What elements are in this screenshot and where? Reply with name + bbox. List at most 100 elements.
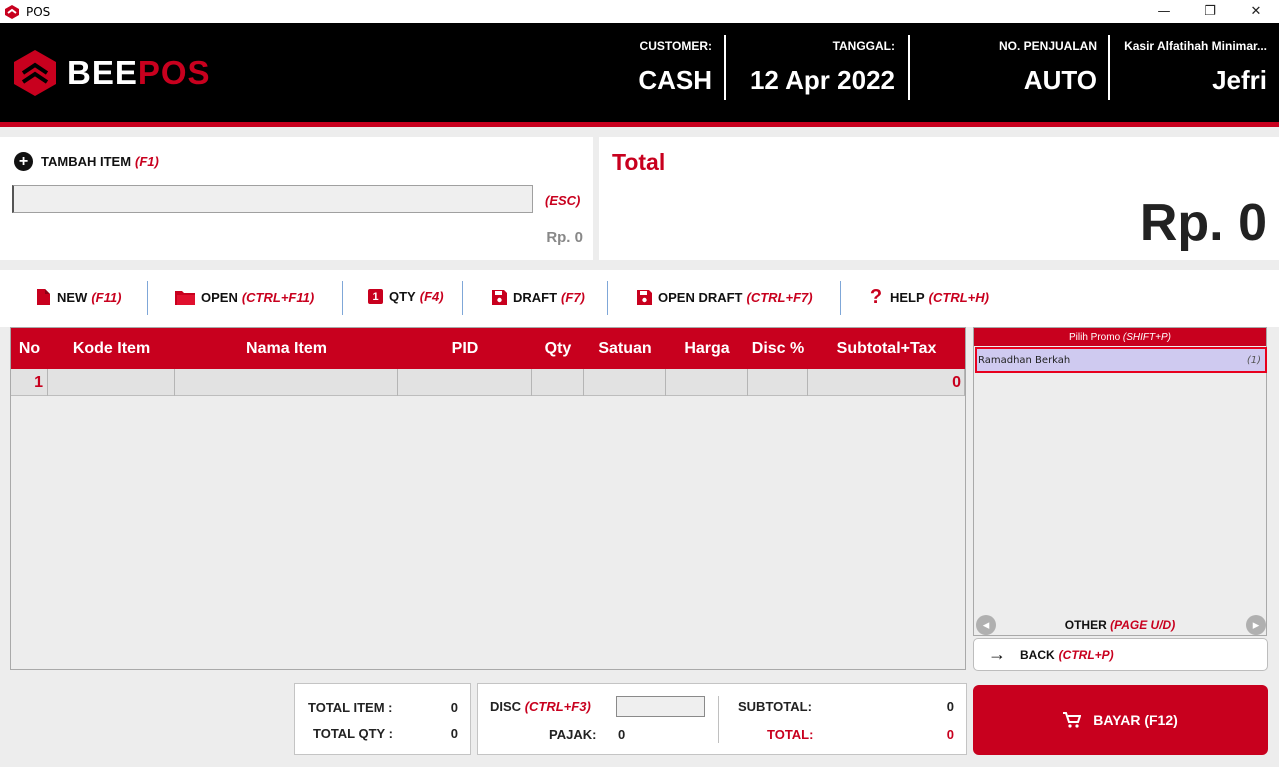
app-header: BEEPOS CUSTOMER: CASH TANGGAL: 12 Apr 20… <box>0 23 1279 122</box>
promo-item-count: (1) <box>1246 354 1261 366</box>
sale-number-label: NO. PENJUALAN <box>998 39 1097 53</box>
total-panel: Total Rp. 0 <box>599 137 1279 260</box>
question-icon: ? <box>869 285 883 308</box>
items-table[interactable]: No Kode Item Nama Item PID Qty Satuan Ha… <box>10 327 966 670</box>
header-accent-bar <box>0 122 1279 127</box>
arrow-right-icon[interactable]: ▸ <box>1246 615 1266 635</box>
row-item-code <box>48 369 175 396</box>
bee-logo-icon <box>14 50 56 96</box>
open-draft-button-shortcut: (CTRL+F7) <box>746 289 813 305</box>
add-item-shortcut: (F1) <box>135 154 159 169</box>
plus-icon: + <box>14 152 33 171</box>
customer-value: CASH <box>638 65 712 95</box>
open-draft-button[interactable]: OPEN DRAFT (CTRL+F7) <box>636 289 813 305</box>
window-title: POS <box>26 4 51 19</box>
save-icon <box>636 289 652 305</box>
row-price <box>666 369 748 396</box>
add-item-title: + TAMBAH ITEM (F1) <box>14 152 159 171</box>
qty-button[interactable]: 1 QTY (F4) <box>368 289 444 304</box>
total-item-label: TOTAL ITEM : <box>308 700 393 715</box>
tax-value: 0 <box>618 727 626 742</box>
total-qty-label: TOTAL QTY : <box>313 726 393 741</box>
column-header: Subtotal+Tax <box>836 339 937 357</box>
column-header: PID <box>451 339 479 357</box>
restore-button[interactable]: ❐ <box>1187 0 1233 23</box>
open-button-label: OPEN <box>201 289 238 305</box>
disc-label-text: DISC <box>490 699 522 714</box>
draft-button[interactable]: DRAFT (F7) <box>491 289 585 305</box>
subtotal-value: 0 <box>946 699 954 714</box>
header-divider <box>1108 35 1110 100</box>
total-item-value: 0 <box>450 700 458 715</box>
open-button-shortcut: (CTRL+F11) <box>241 289 315 305</box>
summary-divider <box>718 696 719 743</box>
row-subtotal: 0 <box>808 369 965 396</box>
new-button-label: NEW <box>57 289 88 305</box>
table-row[interactable]: 1 0 <box>11 369 965 396</box>
add-item-panel: + TAMBAH ITEM (F1) (ESC) Rp. 0 <box>0 137 593 260</box>
column-header: Harga <box>684 339 730 357</box>
total-title: Total <box>612 149 666 175</box>
column-header: No <box>18 339 41 357</box>
brand-name-part1: BEE <box>67 54 138 91</box>
customer-label: CUSTOMER: <box>639 39 712 53</box>
promo-footer-label: OTHER <box>1064 618 1107 632</box>
row-pid <box>398 369 532 396</box>
help-button[interactable]: ? HELP (CTRL+H) <box>868 285 989 308</box>
grand-total-value: 0 <box>946 727 954 742</box>
open-button[interactable]: OPEN (CTRL+F11) <box>175 289 314 305</box>
header-divider <box>724 35 726 100</box>
cart-icon <box>1063 712 1082 728</box>
new-button-shortcut: (F11) <box>91 289 122 305</box>
column-header: Kode Item <box>72 339 151 357</box>
promo-footer: OTHER (PAGE U/D) <box>974 618 1266 636</box>
brand-logo: BEEPOS <box>13 49 211 97</box>
action-toolbar: NEW (F11) OPEN (CTRL+F11) 1 QTY (F4) DRA… <box>0 270 1279 327</box>
date-info[interactable]: TANGGAL: 12 Apr 2022 <box>750 39 895 96</box>
customer-info[interactable]: CUSTOMER: CASH <box>638 39 712 96</box>
toolbar-divider <box>462 281 463 315</box>
row-number: 1 <box>11 369 48 396</box>
item-summary-box: TOTAL ITEM : 0 TOTAL QTY : 0 <box>294 683 471 755</box>
date-value: 12 Apr 2022 <box>749 65 895 95</box>
discount-input[interactable] <box>616 696 705 717</box>
header-divider <box>908 35 910 100</box>
disc-shortcut: (CTRL+F3) <box>524 699 591 714</box>
qty-button-label: QTY <box>389 289 416 304</box>
cashier-label: Kasir Alfatihah Minimar... <box>1124 39 1267 53</box>
column-header: Disc % <box>751 339 805 357</box>
new-button[interactable]: NEW (F11) <box>35 289 121 305</box>
draft-button-shortcut: (F7) <box>561 289 585 305</box>
grand-total-label: TOTAL: <box>767 727 814 742</box>
table-header: No Kode Item Nama Item PID Qty Satuan Ha… <box>11 328 965 369</box>
promo-item[interactable]: Ramadhan Berkah (1) <box>975 347 1267 373</box>
close-button[interactable]: ✕ <box>1233 0 1279 23</box>
add-item-label: TAMBAH ITEM <box>41 154 132 169</box>
save-icon <box>491 289 507 305</box>
totals-box: DISC (CTRL+F3) PAJAK: 0 SUBTOTAL: 0 TOTA… <box>477 683 967 755</box>
esc-hint: (ESC) <box>545 193 581 208</box>
brand-name-part2: POS <box>137 54 211 91</box>
promo-header: Pilih Promo (SHIFT+P) <box>974 328 1266 346</box>
arrow-right-icon: → <box>988 644 1006 664</box>
row-discount <box>748 369 808 396</box>
app-icon <box>5 4 19 19</box>
date-label: TANGGAL: <box>832 39 895 53</box>
minimize-button[interactable]: — <box>1141 0 1187 23</box>
promo-item-name: Ramadhan Berkah <box>978 354 1071 366</box>
open-draft-button-label: OPEN DRAFT <box>658 289 743 305</box>
back-button[interactable]: → BACK (CTRL+P) <box>973 638 1268 671</box>
column-header: Satuan <box>598 339 652 357</box>
promo-header-label: Pilih Promo <box>1069 332 1121 343</box>
item-search-input[interactable] <box>12 185 533 213</box>
column-header: Nama Item <box>246 339 327 357</box>
item-price: Rp. 0 <box>546 229 583 246</box>
sale-number-info: NO. PENJUALAN AUTO <box>999 39 1097 96</box>
help-button-label: HELP <box>890 289 925 305</box>
toolbar-divider <box>342 281 343 315</box>
pay-button[interactable]: BAYAR (F12) <box>973 685 1268 755</box>
help-button-shortcut: (CTRL+H) <box>928 289 989 305</box>
back-button-shortcut: (CTRL+P) <box>1058 647 1114 662</box>
promo-header-shortcut: (SHIFT+P) <box>1122 332 1171 343</box>
toolbar-divider <box>147 281 148 315</box>
